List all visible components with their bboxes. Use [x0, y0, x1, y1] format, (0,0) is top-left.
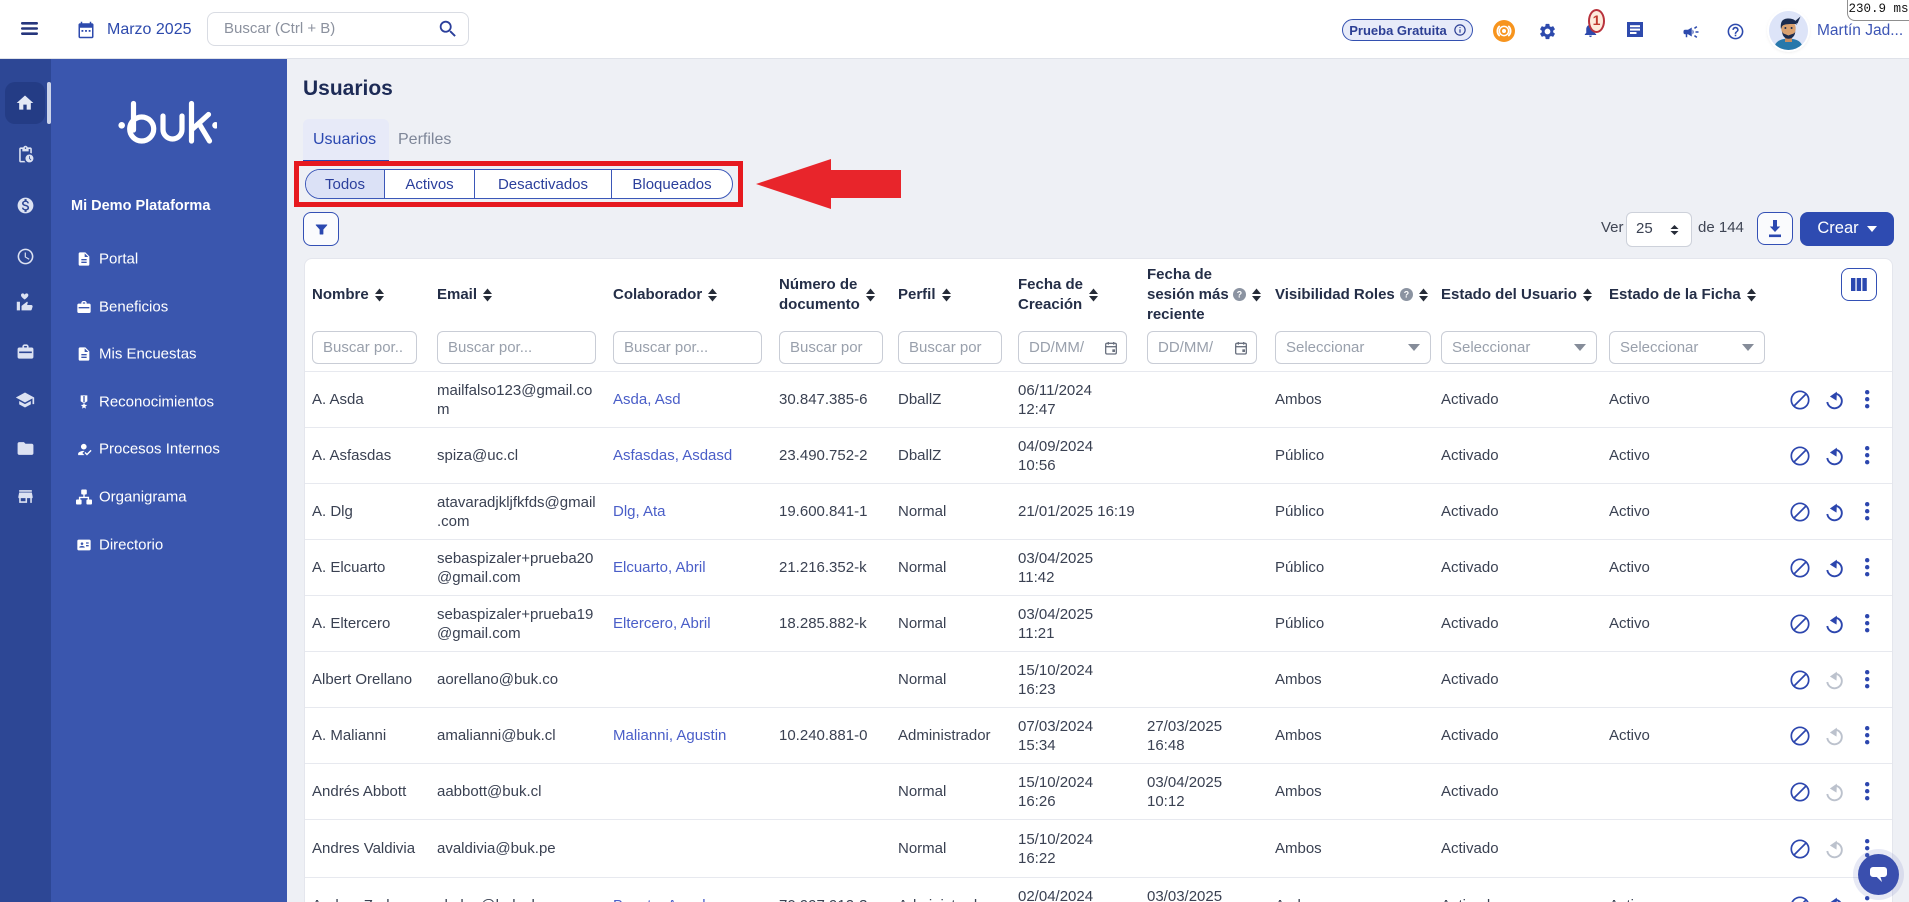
svg-text:?: ? — [1404, 289, 1409, 299]
svg-text:?: ? — [1237, 289, 1242, 299]
